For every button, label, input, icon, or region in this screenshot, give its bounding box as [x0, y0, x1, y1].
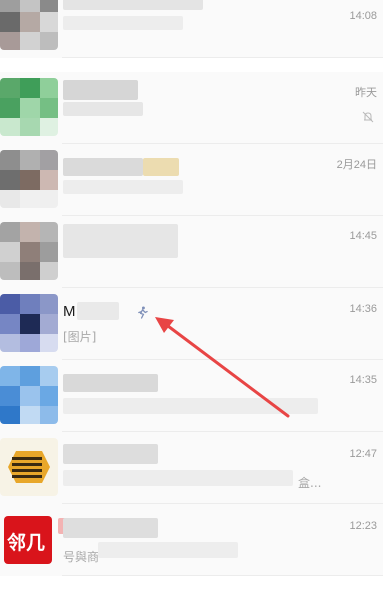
avatar: [0, 150, 58, 208]
avatar: [0, 222, 58, 280]
avatar: [0, 366, 58, 424]
avatar-text: 邻几: [7, 532, 46, 554]
conversation-row[interactable]: 昨天: [0, 72, 383, 144]
avatar: [0, 294, 58, 352]
message-preview: [图片]: [63, 330, 97, 344]
conversation-row[interactable]: 14:35: [0, 360, 383, 432]
timestamp: 12:47: [349, 448, 377, 460]
timestamp: 14:36: [349, 303, 377, 315]
conversation-row[interactable]: 14:08: [0, 0, 383, 58]
conversation-row[interactable]: 14:45: [0, 216, 383, 288]
timestamp: 2月24日: [336, 159, 377, 171]
timestamp: 14:45: [349, 230, 377, 242]
message-preview-suffix: 盒...: [298, 476, 322, 490]
timestamp: 14:35: [349, 374, 377, 386]
timestamp: 昨天: [355, 87, 377, 99]
bell-off-icon: [362, 111, 374, 123]
conversation-row[interactable]: 盒... 12:47: [0, 432, 383, 504]
avatar: [0, 78, 58, 136]
timestamp: 14:08: [349, 10, 377, 22]
avatar: [0, 0, 58, 50]
conversation-row[interactable]: M N [图片] 14:36: [0, 288, 383, 360]
conversation-row[interactable]: 邻几 号與商 12:23: [0, 504, 383, 576]
timestamp: 12:23: [349, 520, 377, 532]
runner-icon: [138, 306, 148, 319]
conversation-list: 14:08 昨天 2月24日 14:45 M [图片] 14:36 14:35 …: [0, 0, 383, 590]
avatar: 邻几: [4, 516, 52, 564]
message-preview: 号與商: [63, 550, 100, 564]
avatar: [0, 438, 58, 496]
conversation-row[interactable]: 2月24日: [0, 144, 383, 216]
